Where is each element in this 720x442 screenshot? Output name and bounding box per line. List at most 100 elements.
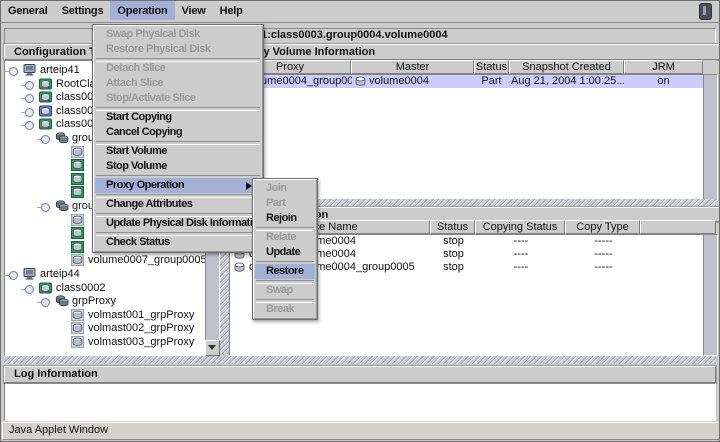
host-icon <box>23 64 37 76</box>
proxy-volume-column-header-snapshot-created[interactable]: Snapshot Created <box>509 60 624 74</box>
menu-item-detach-slice[interactable]: Detach Slice <box>95 61 261 76</box>
tree-expand-handle-icon[interactable] <box>41 203 50 212</box>
menu-item-label: Proxy Operation <box>106 179 184 191</box>
tree-expand-handle-icon[interactable] <box>25 121 34 130</box>
status-cell: Part <box>475 75 508 88</box>
menu-item-label: Cancel Copying <box>106 126 182 138</box>
tree-node-volmast002_grpProxy[interactable]: volmast002_grpProxy <box>5 322 206 335</box>
group-icon <box>55 295 69 307</box>
volume-grey-icon <box>71 309 85 321</box>
slice-status-cell: stop <box>431 248 476 261</box>
menubar-item-help[interactable]: Help <box>213 1 250 20</box>
proxy-volume-row[interactable]: volume0004_group0005volume0004PartAug 21… <box>230 75 704 88</box>
menu-item-stop-volume[interactable]: Stop Volume <box>95 159 261 174</box>
tree-node-arteip44[interactable]: arteip44 <box>5 268 206 281</box>
proxy-operation-submenu: Join PartRejoin RelateUpdate Restore Swap Bre… <box>252 178 318 320</box>
menubar-item-view[interactable]: View <box>175 1 213 20</box>
tree-expand-handle-icon[interactable] <box>25 108 34 117</box>
menu-item-label: Update Physical Disk Information <box>106 217 261 229</box>
slice-table-scrollbar[interactable] <box>703 234 718 356</box>
applet-window-icon <box>699 3 712 20</box>
tree-expand-handle-icon[interactable] <box>9 271 18 280</box>
operation-menu: Swap Physical DiskRestore Physical Disk D… <box>92 24 264 253</box>
menu-item-rejoin[interactable]: Rejoin <box>255 211 315 226</box>
class-icon <box>39 91 53 103</box>
java-applet-status-bar: Java Applet Window <box>2 422 720 440</box>
copy-type-cell: ----- <box>566 235 641 248</box>
menu-item-label: Join <box>266 182 287 194</box>
menu-item-label: Stop Volume <box>106 160 167 172</box>
menubar-item-general[interactable]: General <box>1 1 55 20</box>
class-icon <box>39 118 53 130</box>
slice-column-header-copy-type[interactable]: Copy Type <box>565 220 640 234</box>
proxy-volume-column-header-jrm[interactable]: JRM <box>624 60 703 74</box>
tree-node-label: arteip41 <box>40 64 80 77</box>
copying-status-cell: ---- <box>476 248 566 261</box>
class-icon <box>39 78 53 90</box>
tree-node-label: class0002 <box>56 282 106 295</box>
tree-expand-handle-icon[interactable] <box>41 298 50 307</box>
menu-item-label: Check Status <box>106 236 170 248</box>
menu-item-swap-physical-disk[interactable]: Swap Physical Disk <box>95 27 261 42</box>
menu-item-start-volume[interactable]: Start Volume <box>95 144 261 159</box>
menu-item-attach-slice[interactable]: Attach Slice <box>95 76 261 91</box>
tree-expand-handle-icon[interactable] <box>25 285 34 294</box>
tree-node-grpProxy[interactable]: grpProxy <box>5 295 206 308</box>
tree-node-volmast001_grpProxy[interactable]: volmast001_grpProxy <box>5 309 206 322</box>
arrow-down-icon <box>208 345 216 354</box>
tree-node-volume0007_group0005[interactable]: volume0007_group0005 <box>5 254 206 267</box>
menu-item-swap[interactable]: Swap <box>255 283 315 298</box>
copy-type-cell: ----- <box>566 248 641 261</box>
menu-item-restore[interactable]: Restore <box>255 264 315 279</box>
class-blue-icon <box>39 105 53 117</box>
menubar-item-settings[interactable]: Settings <box>55 1 111 20</box>
menu-item-break[interactable]: Break <box>255 302 315 317</box>
menu-item-label: Detach Slice <box>106 62 165 74</box>
proxy-volume-table-header[interactable]: ProxyMasterStatusSnapshot CreatedJRM <box>229 60 716 74</box>
menu-item-label: Attach Slice <box>106 77 163 89</box>
menu-item-cancel-copying[interactable]: Cancel Copying <box>95 125 261 140</box>
slice-column-header-status[interactable]: Status <box>430 220 475 234</box>
tree-node-class0002[interactable]: class0002 <box>5 282 206 295</box>
menu-item-relate[interactable]: Relate <box>255 230 315 245</box>
menu-item-proxy-operation[interactable]: Proxy Operation <box>95 178 261 193</box>
group-icon <box>55 132 69 144</box>
menu-item-join[interactable]: Join <box>255 181 315 196</box>
tree-expand-handle-icon[interactable] <box>25 94 34 103</box>
menu-item-stop-activate-slice[interactable]: Stop/Activate Slice <box>95 91 261 106</box>
tree-node-label: arteip44 <box>40 268 80 281</box>
log-information-area[interactable] <box>4 383 716 421</box>
menu-item-update-physical-disk-information[interactable]: Update Physical Disk Information <box>95 216 261 231</box>
slice-status-cell: stop <box>431 235 476 248</box>
menu-item-label: Restore Physical Disk <box>106 43 210 55</box>
volume-green-icon <box>71 186 85 198</box>
proxy-volume-table-scrollbar[interactable] <box>703 74 718 201</box>
menu-item-change-attributes[interactable]: Change Attributes <box>95 197 261 212</box>
tree-node-label: volmast003_grpProxy <box>88 336 194 349</box>
master-cell-label: volume0004 <box>369 75 429 87</box>
menu-item-label: Restore <box>266 265 303 277</box>
copying-status-cell: ---- <box>476 261 566 274</box>
tree-expand-handle-icon[interactable] <box>25 81 34 90</box>
tree-scroll-down-button[interactable] <box>205 340 220 356</box>
copy-type-cell: ----- <box>566 261 641 274</box>
volume-icon <box>354 76 367 87</box>
volume-green-icon <box>71 227 85 239</box>
proxy-volume-column-header-master[interactable]: Master <box>351 60 474 74</box>
tree-expand-handle-icon[interactable] <box>41 135 50 144</box>
tree-expand-handle-icon[interactable] <box>9 67 18 76</box>
log-horizontal-splitter[interactable] <box>4 356 716 364</box>
group-icon <box>55 200 69 212</box>
menu-item-label: Start Copying <box>106 111 172 123</box>
slice-column-header-copying-status[interactable]: Copying Status <box>475 220 565 234</box>
menu-item-update[interactable]: Update <box>255 245 315 260</box>
menu-item-restore-physical-disk[interactable]: Restore Physical Disk <box>95 42 261 57</box>
menu-item-check-status[interactable]: Check Status <box>95 235 261 250</box>
menu-item-start-copying[interactable]: Start Copying <box>95 110 261 125</box>
menu-item-part[interactable]: Part <box>255 196 315 211</box>
tree-node-volmast003_grpProxy[interactable]: volmast003_grpProxy <box>5 336 206 349</box>
menubar-item-operation[interactable]: Operation <box>110 1 174 20</box>
proxy-volume-column-header-status[interactable]: Status <box>474 60 509 74</box>
volume-grey-icon <box>71 336 85 348</box>
snapshot-cell: Aug 21, 2004 1:00:25... <box>511 75 624 88</box>
